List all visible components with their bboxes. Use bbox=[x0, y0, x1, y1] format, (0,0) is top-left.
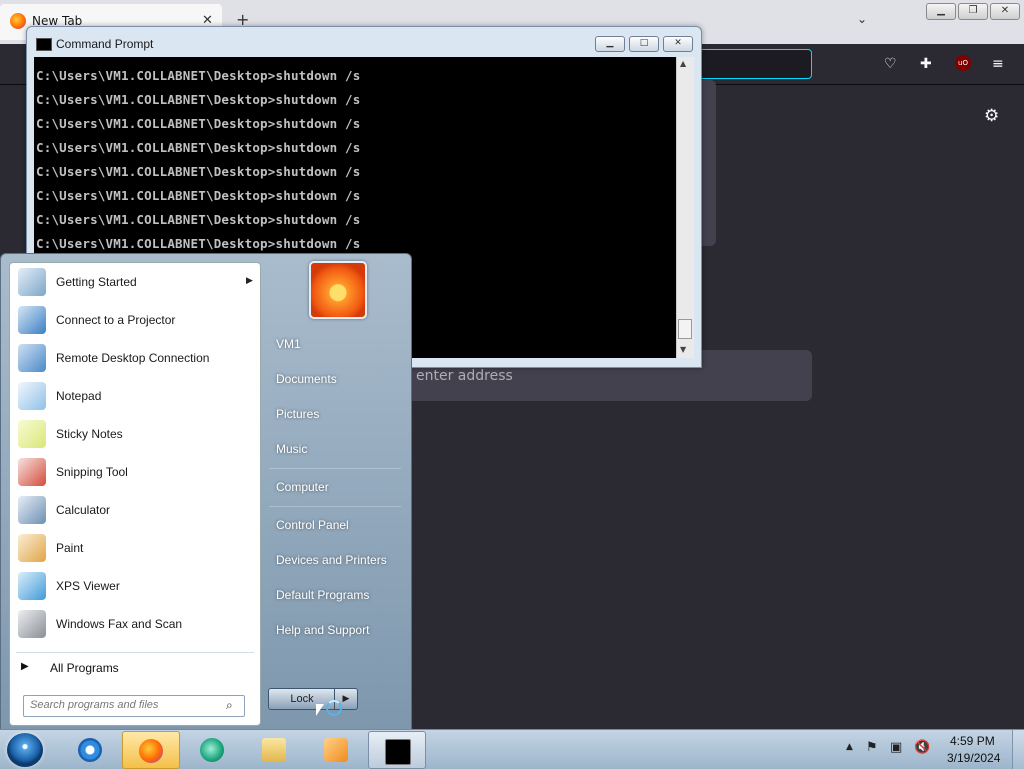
console-line: C:\Users\VM1.COLLABNET\Desktop>shutdown … bbox=[36, 236, 361, 251]
console-line: C:\Users\VM1.COLLABNET\Desktop>shutdown … bbox=[36, 68, 361, 83]
minimize-button[interactable]: ▁ bbox=[595, 36, 625, 52]
calculator-icon bbox=[18, 496, 46, 524]
program-connect-projector[interactable]: Connect to a Projector bbox=[14, 303, 254, 337]
console-line: C:\Users\VM1.COLLABNET\Desktop>shutdown … bbox=[36, 188, 361, 203]
start-menu: Getting Started ▶ Connect to a Projector… bbox=[0, 253, 412, 731]
start-search-input[interactable]: Search programs and files ⌕ bbox=[23, 695, 245, 717]
list-all-tabs-icon[interactable]: ⌄ bbox=[857, 12, 867, 26]
maximize-button[interactable]: □ bbox=[629, 36, 659, 52]
ublock-icon[interactable]: uO bbox=[955, 55, 971, 71]
taskbar: ▲ ⚑ ▣ 🔇 4:59 PM 3/19/2024 bbox=[0, 729, 1024, 769]
taskbar-windows-explorer[interactable] bbox=[246, 731, 302, 767]
program-paint[interactable]: Paint bbox=[14, 531, 254, 565]
all-programs-arrow-icon: ▶ bbox=[21, 661, 29, 672]
link-computer[interactable]: Computer bbox=[276, 480, 329, 494]
search-placeholder: enter address bbox=[416, 368, 513, 384]
pocket-icon[interactable]: ♡ bbox=[884, 56, 897, 72]
show-hidden-icons-arrow[interactable]: ▲ bbox=[846, 742, 853, 752]
sticky-notes-icon bbox=[18, 420, 46, 448]
taskbar-app-globe[interactable] bbox=[184, 731, 240, 767]
link-help-support[interactable]: Help and Support bbox=[276, 623, 369, 637]
show-desktop-button[interactable] bbox=[1012, 730, 1024, 769]
window-title: Command Prompt bbox=[56, 37, 154, 51]
program-notepad[interactable]: Notepad bbox=[14, 379, 254, 413]
programs-pane: Getting Started ▶ Connect to a Projector… bbox=[9, 262, 261, 726]
taskbar-internet-explorer[interactable] bbox=[62, 731, 118, 767]
divider bbox=[269, 468, 401, 469]
clock-time[interactable]: 4:59 PM bbox=[950, 734, 995, 748]
remote-desktop-icon bbox=[18, 344, 46, 372]
scroll-down-icon[interactable]: ▼ bbox=[680, 345, 686, 354]
console-line: C:\Users\VM1.COLLABNET\Desktop>shutdown … bbox=[36, 164, 361, 179]
link-user-folder[interactable]: VM1 bbox=[276, 337, 301, 351]
folder-icon bbox=[262, 738, 286, 762]
console-line: C:\Users\VM1.COLLABNET\Desktop>shutdown … bbox=[36, 92, 361, 107]
menu-icon[interactable]: ≡ bbox=[992, 56, 1004, 72]
link-default-programs[interactable]: Default Programs bbox=[276, 588, 369, 602]
browser-close-button[interactable]: ✕ bbox=[990, 3, 1020, 20]
vertical-scrollbar[interactable]: ▲ ▼ bbox=[676, 57, 694, 358]
scrollbar-thumb[interactable] bbox=[678, 319, 692, 339]
firefox-logo-icon bbox=[10, 13, 26, 29]
close-button[interactable]: ✕ bbox=[663, 36, 693, 52]
browser-restore-button[interactable]: ❐ bbox=[958, 3, 988, 20]
program-remote-desktop[interactable]: Remote Desktop Connection bbox=[14, 341, 254, 375]
start-button[interactable] bbox=[7, 733, 43, 767]
link-devices-printers[interactable]: Devices and Printers bbox=[276, 553, 387, 567]
link-control-panel[interactable]: Control Panel bbox=[276, 518, 349, 532]
link-documents[interactable]: Documents bbox=[276, 372, 337, 386]
url-bar[interactable] bbox=[690, 49, 812, 79]
console-line: C:\Users\VM1.COLLABNET\Desktop>shutdown … bbox=[36, 116, 361, 131]
volume-muted-icon[interactable]: 🔇 bbox=[914, 740, 930, 755]
media-player-icon bbox=[324, 738, 348, 762]
settings-gear-icon[interactable]: ⚙ bbox=[984, 106, 999, 126]
paint-icon bbox=[18, 534, 46, 562]
program-snipping-tool[interactable]: Snipping Tool bbox=[14, 455, 254, 489]
program-getting-started[interactable]: Getting Started ▶ bbox=[14, 265, 254, 299]
cmd-app-icon bbox=[36, 38, 52, 51]
clock-date[interactable]: 3/19/2024 bbox=[947, 751, 1000, 765]
xps-viewer-icon bbox=[18, 572, 46, 600]
link-music[interactable]: Music bbox=[276, 442, 307, 456]
search-icon: ⌕ bbox=[226, 698, 233, 712]
submenu-arrow-icon: ▶ bbox=[246, 276, 253, 286]
getting-started-icon bbox=[18, 268, 46, 296]
link-pictures[interactable]: Pictures bbox=[276, 407, 319, 421]
firefox-icon bbox=[139, 739, 163, 763]
user-picture-avatar[interactable] bbox=[309, 261, 367, 319]
globe-app-icon bbox=[200, 738, 224, 762]
snipping-tool-icon bbox=[18, 458, 46, 486]
divider bbox=[269, 506, 401, 507]
taskbar-media-player[interactable] bbox=[308, 731, 364, 767]
extensions-icon[interactable]: ✚ bbox=[920, 56, 932, 72]
search-placeholder: Search programs and files bbox=[30, 699, 159, 711]
taskbar-command-prompt[interactable] bbox=[368, 731, 426, 769]
mouse-pointer-icon bbox=[316, 704, 324, 716]
console-line: C:\Users\VM1.COLLABNET\Desktop>shutdown … bbox=[36, 212, 361, 227]
program-sticky-notes[interactable]: Sticky Notes bbox=[14, 417, 254, 451]
program-calculator[interactable]: Calculator bbox=[14, 493, 254, 527]
notepad-icon bbox=[18, 382, 46, 410]
projector-icon bbox=[18, 306, 46, 334]
network-icon[interactable]: ▣ bbox=[890, 740, 902, 755]
console-line: C:\Users\VM1.COLLABNET\Desktop>shutdown … bbox=[36, 140, 361, 155]
fax-scan-icon bbox=[18, 610, 46, 638]
cmd-icon bbox=[385, 739, 411, 765]
action-center-flag-icon[interactable]: ⚑ bbox=[866, 740, 878, 755]
browser-minimize-button[interactable]: ▁ bbox=[926, 3, 956, 20]
program-fax-scan[interactable]: Windows Fax and Scan bbox=[14, 607, 254, 641]
internet-explorer-icon bbox=[78, 738, 102, 762]
scroll-up-icon[interactable]: ▲ bbox=[680, 59, 686, 68]
busy-spinner-icon bbox=[326, 700, 342, 716]
divider bbox=[16, 652, 254, 653]
program-xps-viewer[interactable]: XPS Viewer bbox=[14, 569, 254, 603]
taskbar-firefox[interactable] bbox=[122, 731, 180, 769]
all-programs-link[interactable]: All Programs bbox=[50, 661, 119, 675]
